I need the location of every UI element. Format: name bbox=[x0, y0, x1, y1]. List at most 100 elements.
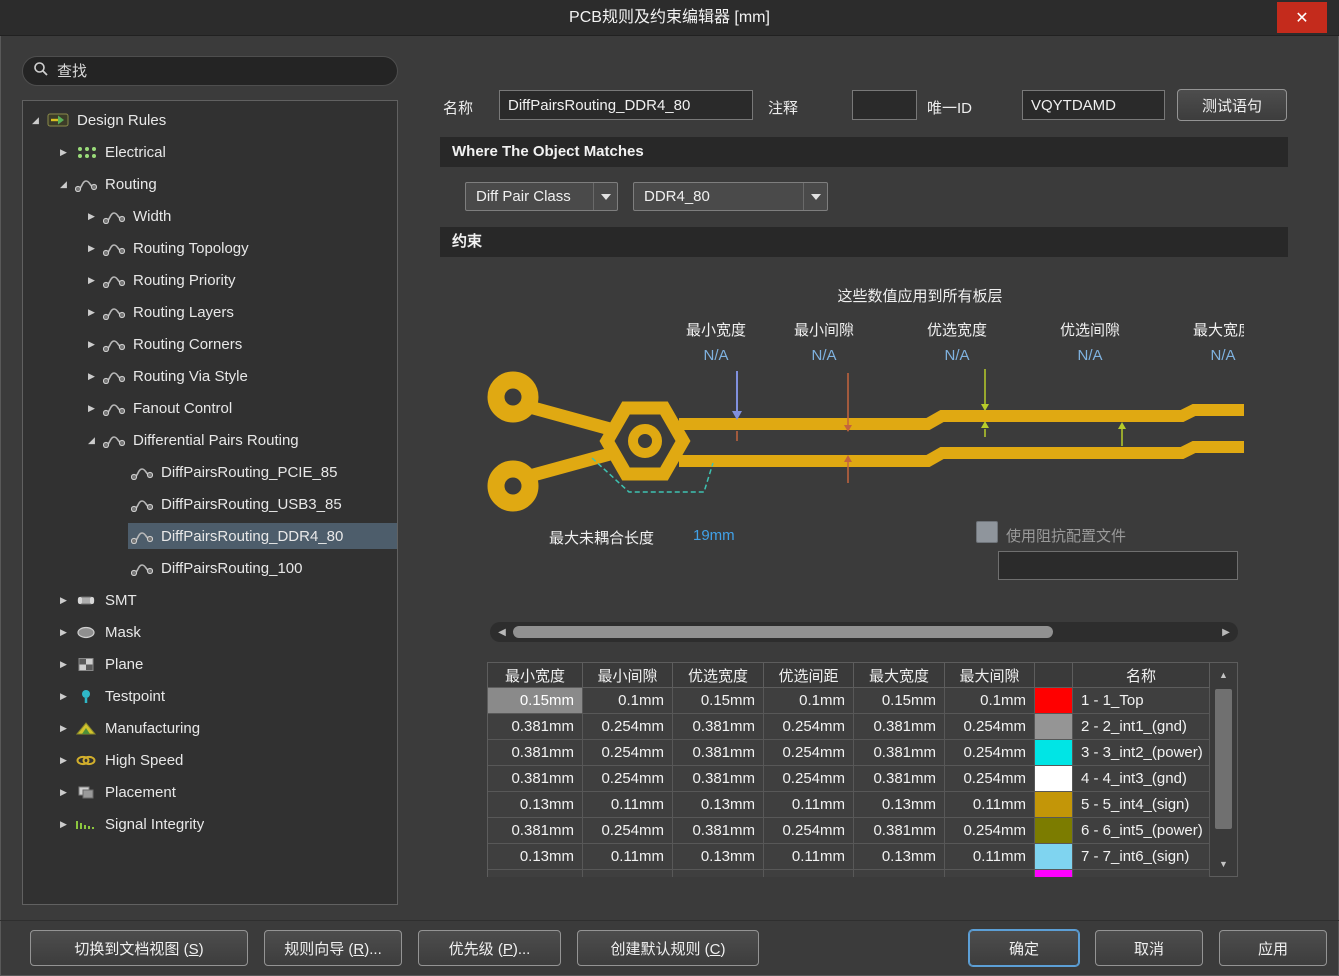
table-cell[interactable]: 0.11mm bbox=[764, 792, 854, 818]
tree-item-diffpairsrouting-ddr4-80[interactable]: DiffPairsRouting_DDR4_80 bbox=[23, 520, 397, 552]
table-cell[interactable]: 0.15mm bbox=[673, 688, 764, 714]
close-button[interactable]: ✕ bbox=[1277, 2, 1327, 33]
scope-type-dropdown[interactable]: Diff Pair Class bbox=[465, 182, 618, 211]
table-cell[interactable]: 0.254mm bbox=[945, 740, 1035, 766]
table-cell[interactable]: 0.13mm bbox=[673, 844, 764, 870]
tree-item-diffpairsrouting-100[interactable]: DiffPairsRouting_100 bbox=[23, 552, 397, 584]
table-cell[interactable]: 0.381mm bbox=[673, 818, 764, 844]
tree-item-testpoint[interactable]: ▶Testpoint bbox=[23, 680, 397, 712]
impedance-profile-checkbox[interactable] bbox=[976, 521, 998, 543]
layer-color-swatch[interactable] bbox=[1035, 688, 1073, 714]
tree-item-placement[interactable]: ▶Placement bbox=[23, 776, 397, 808]
unique-id-input[interactable] bbox=[1022, 90, 1165, 120]
expand-arrow-icon[interactable]: ▶ bbox=[83, 403, 100, 414]
expand-arrow-icon[interactable]: ▶ bbox=[83, 243, 100, 254]
table-header-color[interactable] bbox=[1035, 663, 1073, 688]
tree-item-differential-pairs-routing[interactable]: ◢Differential Pairs Routing bbox=[23, 424, 397, 456]
table-cell[interactable] bbox=[945, 870, 1035, 877]
tree-item-routing-layers[interactable]: ▶Routing Layers bbox=[23, 296, 397, 328]
expand-arrow-icon[interactable]: ▶ bbox=[55, 723, 72, 734]
tree-item-routing[interactable]: ◢Routing bbox=[23, 168, 397, 200]
table-cell[interactable]: 0.381mm bbox=[488, 818, 583, 844]
table-cell[interactable]: 0.254mm bbox=[764, 740, 854, 766]
test-queries-button[interactable]: 测试语句 bbox=[1177, 89, 1287, 121]
diff-pair-class-dropdown[interactable]: DDR4_80 bbox=[633, 182, 828, 211]
expand-arrow-icon[interactable]: ▶ bbox=[55, 595, 72, 606]
expand-arrow-icon[interactable]: ▶ bbox=[55, 147, 72, 158]
table-cell[interactable]: 0.254mm bbox=[764, 766, 854, 792]
table-cell[interactable]: 0.254mm bbox=[583, 740, 673, 766]
tree-item-routing-via-style[interactable]: ▶Routing Via Style bbox=[23, 360, 397, 392]
tree-item-signal-integrity[interactable]: ▶Signal Integrity bbox=[23, 808, 397, 840]
table-cell[interactable]: 0.15mm bbox=[488, 688, 583, 714]
expand-arrow-icon[interactable]: ▶ bbox=[83, 211, 100, 222]
table-cell[interactable]: 0.13mm bbox=[488, 844, 583, 870]
layer-color-swatch[interactable] bbox=[1035, 792, 1073, 818]
tree-item-manufacturing[interactable]: ▶Manufacturing bbox=[23, 712, 397, 744]
tree-item-routing-topology[interactable]: ▶Routing Topology bbox=[23, 232, 397, 264]
table-cell[interactable]: 0.381mm bbox=[673, 740, 764, 766]
table-cell[interactable]: 0.254mm bbox=[583, 818, 673, 844]
table-cell[interactable]: 0.381mm bbox=[488, 766, 583, 792]
table-cell[interactable]: 0.1mm bbox=[583, 688, 673, 714]
table-cell[interactable] bbox=[673, 870, 764, 877]
table-cell[interactable]: 0.11mm bbox=[764, 844, 854, 870]
tree-item-design-rules[interactable]: ◢Design Rules bbox=[23, 104, 397, 136]
table-cell[interactable] bbox=[488, 870, 583, 877]
search-input[interactable] bbox=[57, 63, 387, 80]
table-header-color[interactable]: 最小宽度 bbox=[488, 663, 583, 688]
table-cell[interactable]: 0.381mm bbox=[854, 740, 945, 766]
table-cell[interactable]: 0.254mm bbox=[945, 766, 1035, 792]
max-uncoupled-length-value[interactable]: 19mm bbox=[693, 527, 735, 544]
tree-item-mask[interactable]: ▶Mask bbox=[23, 616, 397, 648]
tree-item-diffpairsrouting-usb3-85[interactable]: DiffPairsRouting_USB3_85 bbox=[23, 488, 397, 520]
table-header-color[interactable]: 最大宽度 bbox=[854, 663, 945, 688]
layer-color-swatch[interactable] bbox=[1035, 818, 1073, 844]
layer-name-cell[interactable]: 4 - 4_int3_(gnd) bbox=[1073, 766, 1210, 792]
tree-item-routing-corners[interactable]: ▶Routing Corners bbox=[23, 328, 397, 360]
expand-arrow-icon[interactable]: ▶ bbox=[55, 659, 72, 670]
footer-button-p[interactable]: 优先级 (P)... bbox=[418, 930, 561, 966]
table-cell[interactable]: 0.254mm bbox=[764, 714, 854, 740]
table-cell[interactable]: 0.11mm bbox=[583, 844, 673, 870]
layer-name-cell[interactable]: 6 - 6_int5_(power) bbox=[1073, 818, 1210, 844]
table-cell[interactable]: 0.381mm bbox=[854, 766, 945, 792]
collapse-arrow-icon[interactable]: ◢ bbox=[55, 179, 72, 190]
vertical-scrollbar[interactable]: ▲ ▼ bbox=[1210, 662, 1238, 877]
table-cell[interactable]: 0.381mm bbox=[673, 714, 764, 740]
table-cell[interactable]: 0.11mm bbox=[583, 792, 673, 818]
table-cell[interactable]: 0.1mm bbox=[945, 688, 1035, 714]
layer-color-swatch[interactable] bbox=[1035, 714, 1073, 740]
ok-button[interactable]: 确定 bbox=[969, 930, 1079, 966]
expand-arrow-icon[interactable]: ▶ bbox=[83, 339, 100, 350]
table-cell[interactable]: 0.15mm bbox=[854, 688, 945, 714]
table-header-color[interactable]: 最大间隙 bbox=[945, 663, 1035, 688]
expand-arrow-icon[interactable]: ▶ bbox=[83, 275, 100, 286]
table-cell[interactable]: 0.13mm bbox=[488, 792, 583, 818]
layer-color-swatch[interactable] bbox=[1035, 766, 1073, 792]
layer-name-cell[interactable]: 1 - 1_Top bbox=[1073, 688, 1210, 714]
layer-name-cell[interactable]: 2 - 2_int1_(gnd) bbox=[1073, 714, 1210, 740]
impedance-profile-input[interactable] bbox=[998, 551, 1238, 580]
expand-arrow-icon[interactable]: ▶ bbox=[55, 755, 72, 766]
tree-item-fanout-control[interactable]: ▶Fanout Control bbox=[23, 392, 397, 424]
table-cell[interactable] bbox=[854, 870, 945, 877]
table-cell[interactable]: 0.254mm bbox=[945, 714, 1035, 740]
table-header-color[interactable]: 最小间隙 bbox=[583, 663, 673, 688]
tree-item-smt[interactable]: ▶SMT bbox=[23, 584, 397, 616]
table-cell[interactable]: 0.254mm bbox=[583, 714, 673, 740]
table-cell[interactable]: 0.1mm bbox=[764, 688, 854, 714]
table-cell[interactable]: 0.13mm bbox=[673, 792, 764, 818]
layer-color-swatch[interactable] bbox=[1035, 844, 1073, 870]
tree-item-width[interactable]: ▶Width bbox=[23, 200, 397, 232]
table-cell[interactable]: 0.381mm bbox=[854, 714, 945, 740]
expand-arrow-icon[interactable]: ▶ bbox=[55, 691, 72, 702]
layer-name-cell[interactable]: 3 - 3_int2_(power) bbox=[1073, 740, 1210, 766]
tree-item-diffpairsrouting-pcie-85[interactable]: DiffPairsRouting_PCIE_85 bbox=[23, 456, 397, 488]
expand-arrow-icon[interactable]: ▶ bbox=[55, 787, 72, 798]
rule-name-input[interactable] bbox=[499, 90, 753, 120]
expand-arrow-icon[interactable]: ▶ bbox=[83, 307, 100, 318]
expand-arrow-icon[interactable]: ▶ bbox=[55, 627, 72, 638]
layer-name-cell[interactable]: 5 - 5_int4_(sign) bbox=[1073, 792, 1210, 818]
table-cell[interactable] bbox=[764, 870, 854, 877]
